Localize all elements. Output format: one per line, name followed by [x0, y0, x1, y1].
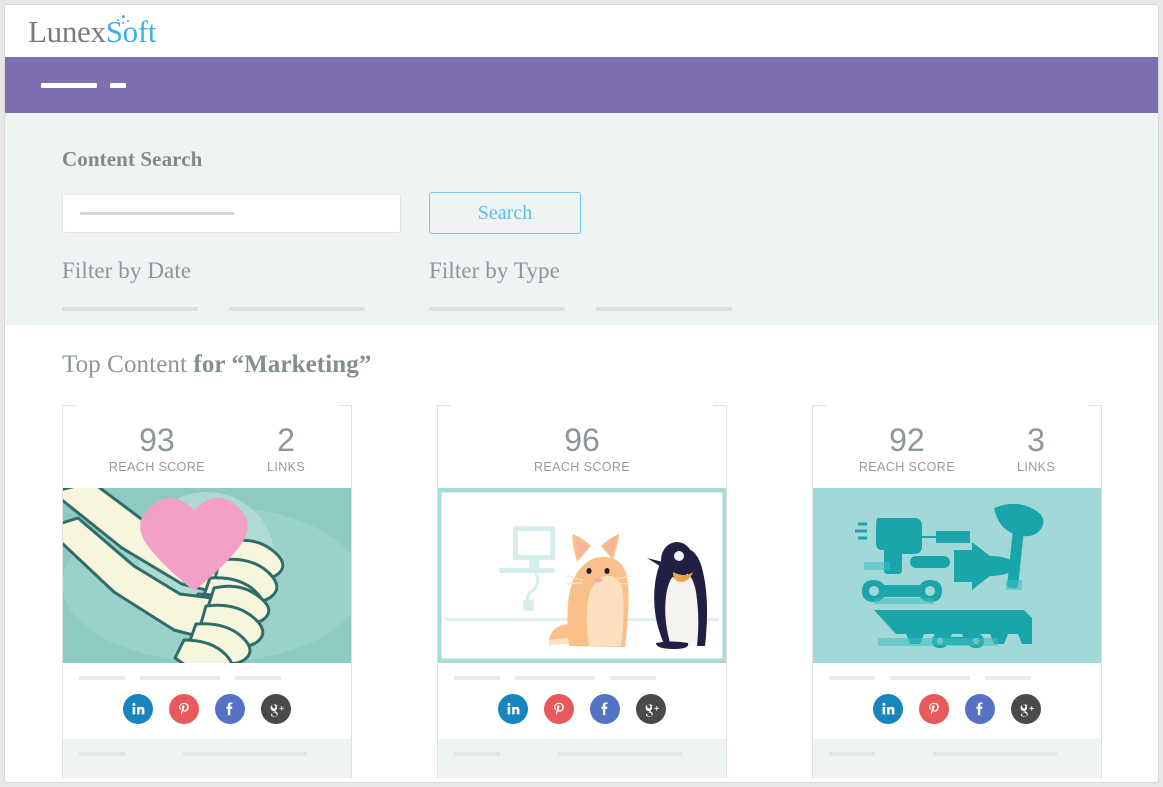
sparkle-icon: [116, 14, 132, 26]
reach-score-stat: 96 REACH SCORE: [533, 422, 631, 474]
results-section: Top Content for “Marketing” 93 REACH SCO…: [5, 325, 1158, 779]
content-card[interactable]: 96 REACH SCORE: [437, 405, 727, 779]
reach-score-stat: 93 REACH SCORE: [108, 422, 205, 474]
links-label: LINKS: [266, 459, 306, 474]
card-stats: 96 REACH SCORE: [438, 406, 726, 488]
filter-type-field-1[interactable]: [429, 307, 565, 311]
filter-by-date-label: Filter by Date: [62, 258, 192, 283]
pinterest-icon[interactable]: [544, 693, 574, 724]
facebook-icon[interactable]: [215, 693, 245, 724]
social-share-row: [454, 693, 710, 739]
search-input[interactable]: [62, 193, 401, 233]
filter-by-date-group: Filter by Date: [62, 258, 429, 311]
links-value: 2: [277, 422, 295, 458]
social-share-row: [829, 693, 1085, 739]
tools-illustration[interactable]: [813, 487, 1101, 663]
search-row: Search: [62, 192, 1158, 234]
reach-score-value: 92: [889, 422, 925, 458]
filter-by-type-label: Filter by Type: [429, 258, 560, 283]
facebook-icon[interactable]: [590, 693, 620, 724]
card-body-placeholder-lines: [829, 675, 1085, 680]
reach-score-value: 96: [564, 422, 600, 458]
brand-name-primary: Lunex: [28, 13, 106, 49]
card-body: [813, 662, 1101, 739]
hands-heart-illustration[interactable]: [63, 487, 351, 663]
navbar-placeholder-item-2[interactable]: [110, 82, 126, 88]
linkedin-icon[interactable]: [873, 693, 903, 724]
card-body: [438, 662, 726, 739]
googleplus-icon[interactable]: [636, 693, 666, 724]
card-stats: 93 REACH SCORE 2 LINKS: [63, 406, 351, 488]
card-footer-placeholder-lines: [79, 751, 335, 756]
content-card-list: 93 REACH SCORE 2 LINKS 96 REACH SCORE 92…: [62, 405, 1158, 779]
filter-by-date-controls: [62, 307, 429, 311]
social-share-row: [79, 693, 335, 739]
googleplus-icon[interactable]: [261, 693, 291, 724]
card-footer-placeholder-lines: [829, 751, 1085, 756]
navbar-placeholder-item-1[interactable]: [41, 82, 97, 88]
card-footer: [438, 738, 726, 778]
links-label: LINKS: [1016, 459, 1056, 474]
card-footer: [63, 738, 351, 778]
filter-type-field-2[interactable]: [596, 307, 732, 311]
reach-score-label: REACH SCORE: [533, 459, 631, 474]
cat-penguin-computer-illustration[interactable]: [438, 487, 726, 663]
content-search-panel: Content Search Search Filter by Date Fil…: [5, 113, 1158, 325]
filter-by-type-controls: [429, 307, 796, 311]
reach-score-label: REACH SCORE: [108, 459, 205, 474]
reach-score-value: 93: [139, 422, 175, 458]
linkedin-icon[interactable]: [123, 693, 153, 724]
filter-date-field-1[interactable]: [62, 307, 198, 311]
card-body-placeholder-lines: [454, 675, 710, 680]
search-button[interactable]: Search: [429, 192, 581, 234]
card-body: [63, 662, 351, 739]
links-stat: 2 LINKS: [266, 422, 306, 474]
logo-bar: LunexSoft: [5, 5, 1158, 57]
card-footer-placeholder-lines: [454, 751, 710, 756]
linkedin-icon[interactable]: [498, 693, 528, 724]
results-title: Top Content for “Marketing”: [62, 351, 1158, 379]
card-body-placeholder-lines: [79, 675, 335, 680]
panel-title: Content Search: [62, 147, 203, 171]
card-stats: 92 REACH SCORE 3 LINKS: [813, 406, 1101, 488]
filter-row: Filter by Date Filter by Type: [62, 258, 1158, 311]
results-title-query: for “Marketing”: [193, 351, 372, 378]
links-value: 3: [1027, 422, 1045, 458]
googleplus-icon[interactable]: [1011, 693, 1041, 724]
reach-score-stat: 92 REACH SCORE: [858, 422, 955, 474]
facebook-icon[interactable]: [965, 693, 995, 724]
brand-logo[interactable]: LunexSoft: [28, 13, 156, 49]
app-window: LunexSoft Content Search Search Filter b…: [4, 4, 1159, 783]
content-card[interactable]: 92 REACH SCORE 3 LINKS: [812, 405, 1102, 779]
pinterest-icon[interactable]: [919, 693, 949, 724]
filter-date-field-2[interactable]: [229, 307, 365, 311]
reach-score-label: REACH SCORE: [858, 459, 955, 474]
links-stat: 3 LINKS: [1016, 422, 1056, 474]
filter-by-type-group: Filter by Type: [429, 258, 796, 311]
card-footer: [813, 738, 1101, 778]
results-title-regular: Top Content: [62, 351, 194, 378]
content-card[interactable]: 93 REACH SCORE 2 LINKS: [62, 405, 352, 779]
search-input-placeholder-line: [80, 211, 234, 215]
main-navbar[interactable]: [5, 57, 1158, 113]
pinterest-icon[interactable]: [169, 693, 199, 724]
